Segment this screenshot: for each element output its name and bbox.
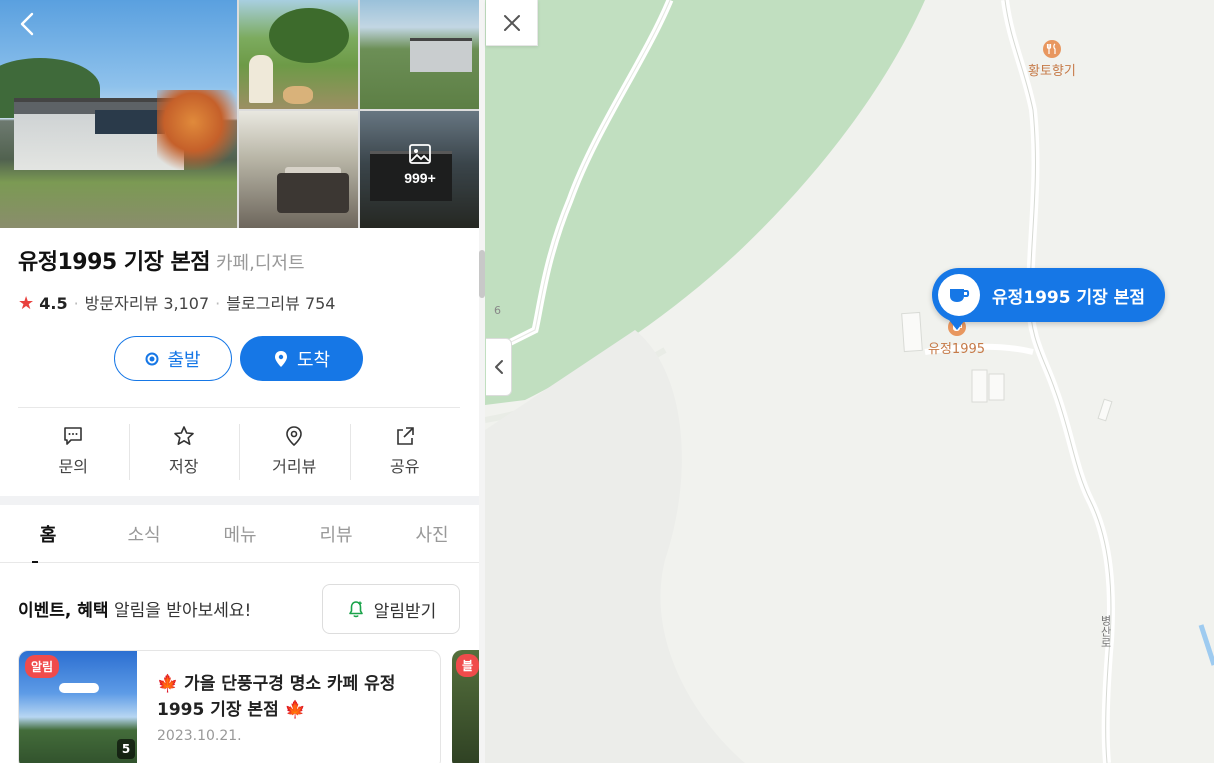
tab-news[interactable]: 소식 <box>96 505 192 562</box>
coffee-cup-icon <box>938 274 980 316</box>
rating-value: 4.5 <box>39 294 68 313</box>
separator: · <box>215 294 221 313</box>
photo-thumb[interactable] <box>360 0 479 109</box>
subscribe-label: 알림받기 <box>373 601 437 622</box>
alert-badge: 알림 <box>25 655 60 678</box>
section-gap <box>0 496 479 505</box>
photo-gallery[interactable]: 999+ <box>0 0 479 228</box>
share-icon <box>396 427 414 445</box>
news-card-date: 2023.10.21. <box>157 728 242 744</box>
inquiry-button[interactable]: 문의 <box>18 420 129 482</box>
route-buttons: 출발 도착 <box>114 336 364 382</box>
notify-section: 이벤트, 혜택 알림을 받아보세요! 알림받기 <box>18 584 460 634</box>
place-tabs: 홈 소식 메뉴 리뷰 사진 <box>0 505 479 563</box>
fork-knife-icon <box>1042 40 1061 58</box>
message-icon <box>64 427 83 445</box>
start-label: 출발 <box>167 349 201 371</box>
rating-row: ★ 4.5 · 방문자리뷰 3,107 · 블로그리뷰 754 <box>18 290 336 314</box>
road-name: 병산로 <box>1099 615 1112 648</box>
blog-reviews-link[interactable]: 블로그리뷰 754 <box>226 294 335 313</box>
notify-strong: 이벤트, 혜택 <box>18 601 109 621</box>
poi-label: 유정1995 <box>928 342 986 357</box>
close-icon <box>503 14 520 31</box>
place-title: 유정1995 기장 본점 <box>18 250 211 275</box>
pin-icon <box>273 350 289 368</box>
separator: · <box>73 294 79 313</box>
tab-reviews[interactable]: 리뷰 <box>288 505 384 562</box>
poi-restaurant[interactable]: 황토향기 <box>1028 40 1076 79</box>
save-button[interactable]: 저장 <box>128 420 240 482</box>
bell-icon <box>348 601 363 618</box>
star-outline-icon <box>173 426 194 445</box>
map-background <box>485 0 1214 763</box>
divider <box>18 407 460 408</box>
image-icon <box>409 144 431 164</box>
collapse-panel-button[interactable] <box>486 338 512 396</box>
destination-label: 도착 <box>296 349 331 371</box>
notify-rest: 알림을 받아보세요! <box>108 601 252 621</box>
street-view-button[interactable]: 거리뷰 <box>239 420 350 482</box>
more-photos[interactable]: 999+ <box>360 142 479 194</box>
close-button[interactable] <box>486 0 538 46</box>
destination-button[interactable]: 도착 <box>240 336 363 381</box>
place-category: 카페,디저트 <box>216 253 305 274</box>
start-button[interactable]: 출발 <box>114 336 232 381</box>
action-label: 저장 <box>169 457 199 476</box>
visitor-reviews-link[interactable]: 방문자리뷰 3,107 <box>85 294 210 313</box>
action-label: 문의 <box>58 457 88 476</box>
tab-menu[interactable]: 메뉴 <box>192 505 288 562</box>
photo-count: 999+ <box>404 170 436 186</box>
place-header: 유정1995 기장 본점 카페,디저트 <box>18 244 458 276</box>
photo-thumb[interactable] <box>239 0 358 109</box>
action-label: 거리뷰 <box>272 457 317 476</box>
news-card-image: 알림 5 <box>19 651 137 763</box>
notify-text: 이벤트, 혜택 알림을 받아보세요! <box>18 596 251 621</box>
back-arrow-icon[interactable] <box>14 10 42 38</box>
marker-label: 유정1995 기장 본점 <box>992 287 1145 308</box>
star-icon: ★ <box>18 293 35 314</box>
tab-photos[interactable]: 사진 <box>384 505 479 562</box>
news-card-next[interactable]: 블 <box>452 650 479 763</box>
origin-dot-icon <box>145 352 159 366</box>
news-card-title: 🍁 가을 단풍구경 명소 카페 유정1995 기장 본점 🍁 <box>157 674 396 720</box>
location-icon <box>286 426 303 447</box>
news-card[interactable]: 알림 5 🍁 가을 단풍구경 명소 카페 유정1995 기장 본점 🍁 2023… <box>18 650 441 763</box>
poi-label: 황토향기 <box>1028 64 1076 79</box>
image-count-badge: 5 <box>117 739 135 759</box>
action-bar: 문의 저장 거리뷰 공유 <box>18 420 460 482</box>
share-button[interactable]: 공유 <box>349 420 461 482</box>
action-label: 공유 <box>390 457 420 476</box>
photo-thumb[interactable] <box>239 111 358 228</box>
next-card-badge: 블 <box>456 654 479 677</box>
subscribe-button[interactable]: 알림받기 <box>322 584 460 634</box>
app-root: 999+ 유정1995 기장 본점 카페,디저트 ★ 4.5 · 방문자리뷰 3,10… <box>0 0 1214 763</box>
tab-home[interactable]: 홈 <box>0 505 96 563</box>
lot-number: 6 <box>494 304 501 317</box>
map-canvas[interactable]: 황토향기 유정1995 병산로 6 <box>485 0 1214 763</box>
place-marker[interactable]: 유정1995 기장 본점 <box>932 268 1165 330</box>
place-panel: 999+ 유정1995 기장 본점 카페,디저트 ★ 4.5 · 방문자리뷰 3,10… <box>0 0 480 763</box>
chevron-left-icon <box>494 360 503 374</box>
